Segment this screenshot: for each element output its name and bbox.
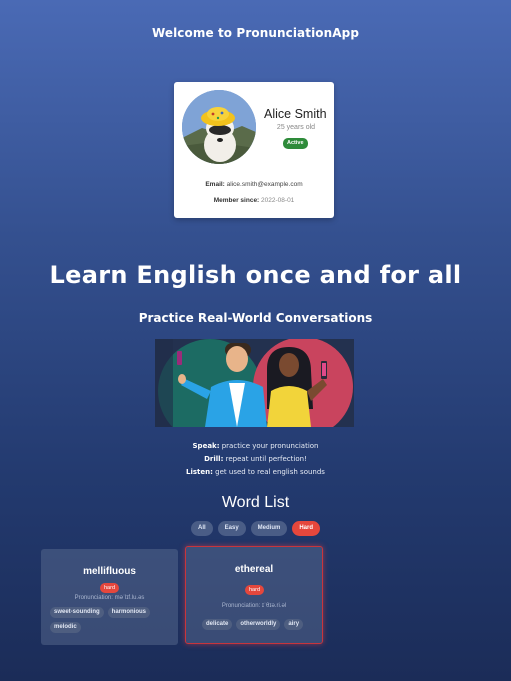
word-title: ethereal <box>234 564 274 575</box>
feature-text: practice your pronunciation <box>221 442 319 450</box>
feature-text: repeat until perfection! <box>225 455 307 463</box>
filter-hard-button[interactable]: Hard <box>292 521 321 536</box>
profile-name: Alice Smith <box>264 107 327 121</box>
profile-age: 25 years old <box>276 124 316 131</box>
status-badge: Active <box>283 138 308 149</box>
feature-text: get used to real english sounds <box>215 468 325 476</box>
feature-label: Listen: <box>186 468 213 476</box>
profile-card: Alice Smith 25 years old Active Email: a… <box>174 82 334 218</box>
email-label: Email: <box>205 181 225 188</box>
filter-easy-button[interactable]: Easy <box>217 521 246 536</box>
feature-label: Drill: <box>204 455 224 463</box>
filter-all-button[interactable]: All <box>190 521 213 536</box>
tag: airy <box>284 619 304 630</box>
member-since-date: 2022-08-01 <box>261 197 295 204</box>
difficulty-badge: hard <box>245 585 265 595</box>
profile-email: alice.smith@example.com <box>226 181 303 188</box>
feature-drill: Drill: repeat until perfection! <box>0 453 511 466</box>
profile-member-line: Member since: 2022-08-01 <box>174 197 334 204</box>
difficulty-filters: All Easy Medium Hard <box>0 521 511 536</box>
word-tags: sweet-sounding harmonious melodic <box>50 607 174 633</box>
word-card-mellifluous[interactable]: mellifluous hard Pronunciation: məˈlɪf.l… <box>41 549 178 645</box>
tag: sweet-sounding <box>50 607 104 618</box>
difficulty-badge: hard <box>100 583 120 593</box>
word-title: mellifluous <box>83 566 136 577</box>
tag: otherworldly <box>236 619 281 630</box>
hero-title: Learn English once and for all <box>49 261 462 289</box>
feature-speak: Speak: practice your pronunciation <box>0 440 511 453</box>
feature-listen: Listen: get used to real english sounds <box>0 466 511 479</box>
word-pronunciation: Pronunciation: ɪˈθɪə.ri.əl <box>221 603 287 609</box>
tag: harmonious <box>107 607 151 618</box>
features-list: Speak: practice your pronunciation Drill… <box>0 440 511 479</box>
hero-illustration <box>155 339 354 427</box>
welcome-heading: Welcome to PronunciationApp <box>151 26 360 40</box>
tag: delicate <box>202 619 233 630</box>
profile-email-line: Email: alice.smith@example.com <box>174 181 334 188</box>
word-tags: delicate otherworldly airy <box>202 619 322 630</box>
word-pronunciation: Pronunciation: məˈlɪf.lu.əs <box>74 595 145 601</box>
avatar <box>182 90 256 164</box>
tag: melodic <box>50 622 81 633</box>
word-list-title: Word List <box>221 494 290 511</box>
hero-subtitle: Practice Real-World Conversations <box>138 311 373 325</box>
word-card-ethereal[interactable]: ethereal hard Pronunciation: ɪˈθɪə.ri.əl… <box>185 546 323 644</box>
feature-label: Speak: <box>192 442 220 450</box>
member-since-label: Member since: <box>213 197 260 204</box>
filter-medium-button[interactable]: Medium <box>250 521 288 536</box>
